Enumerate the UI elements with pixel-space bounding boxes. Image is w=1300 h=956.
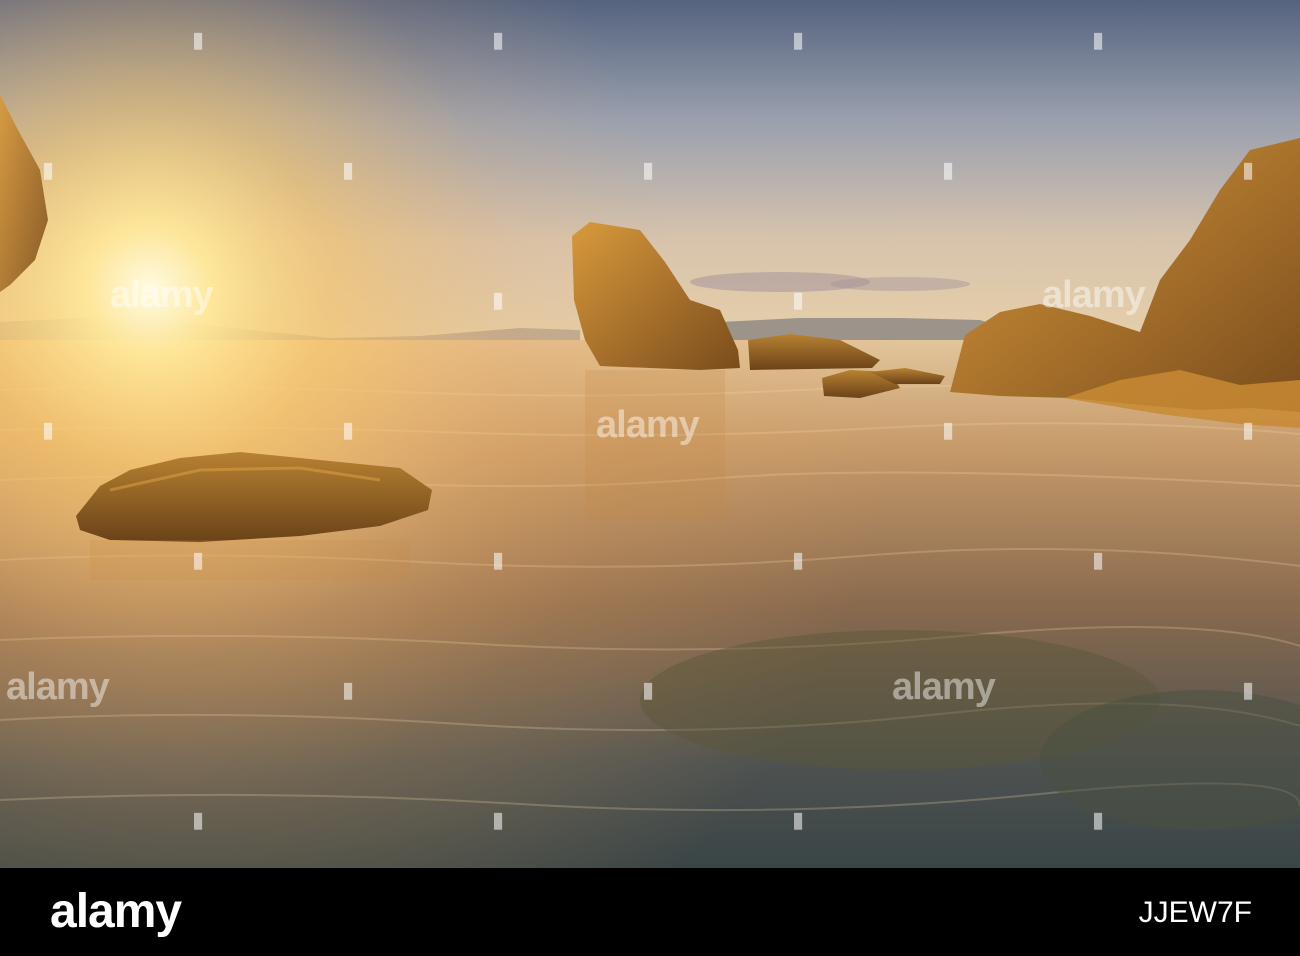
photo: ▮ ▮ ▮ ▮ ▮ ▮ ▮ ▮ ▮ alamy ▮ ▮ alamy ▮ ▮ al… [0, 0, 1300, 868]
footer-bar: alamy JJEW7F [0, 868, 1300, 956]
seascape-image [0, 0, 1300, 868]
image-id: JJEW7F [1138, 896, 1252, 929]
alamy-logo: alamy [50, 885, 182, 938]
